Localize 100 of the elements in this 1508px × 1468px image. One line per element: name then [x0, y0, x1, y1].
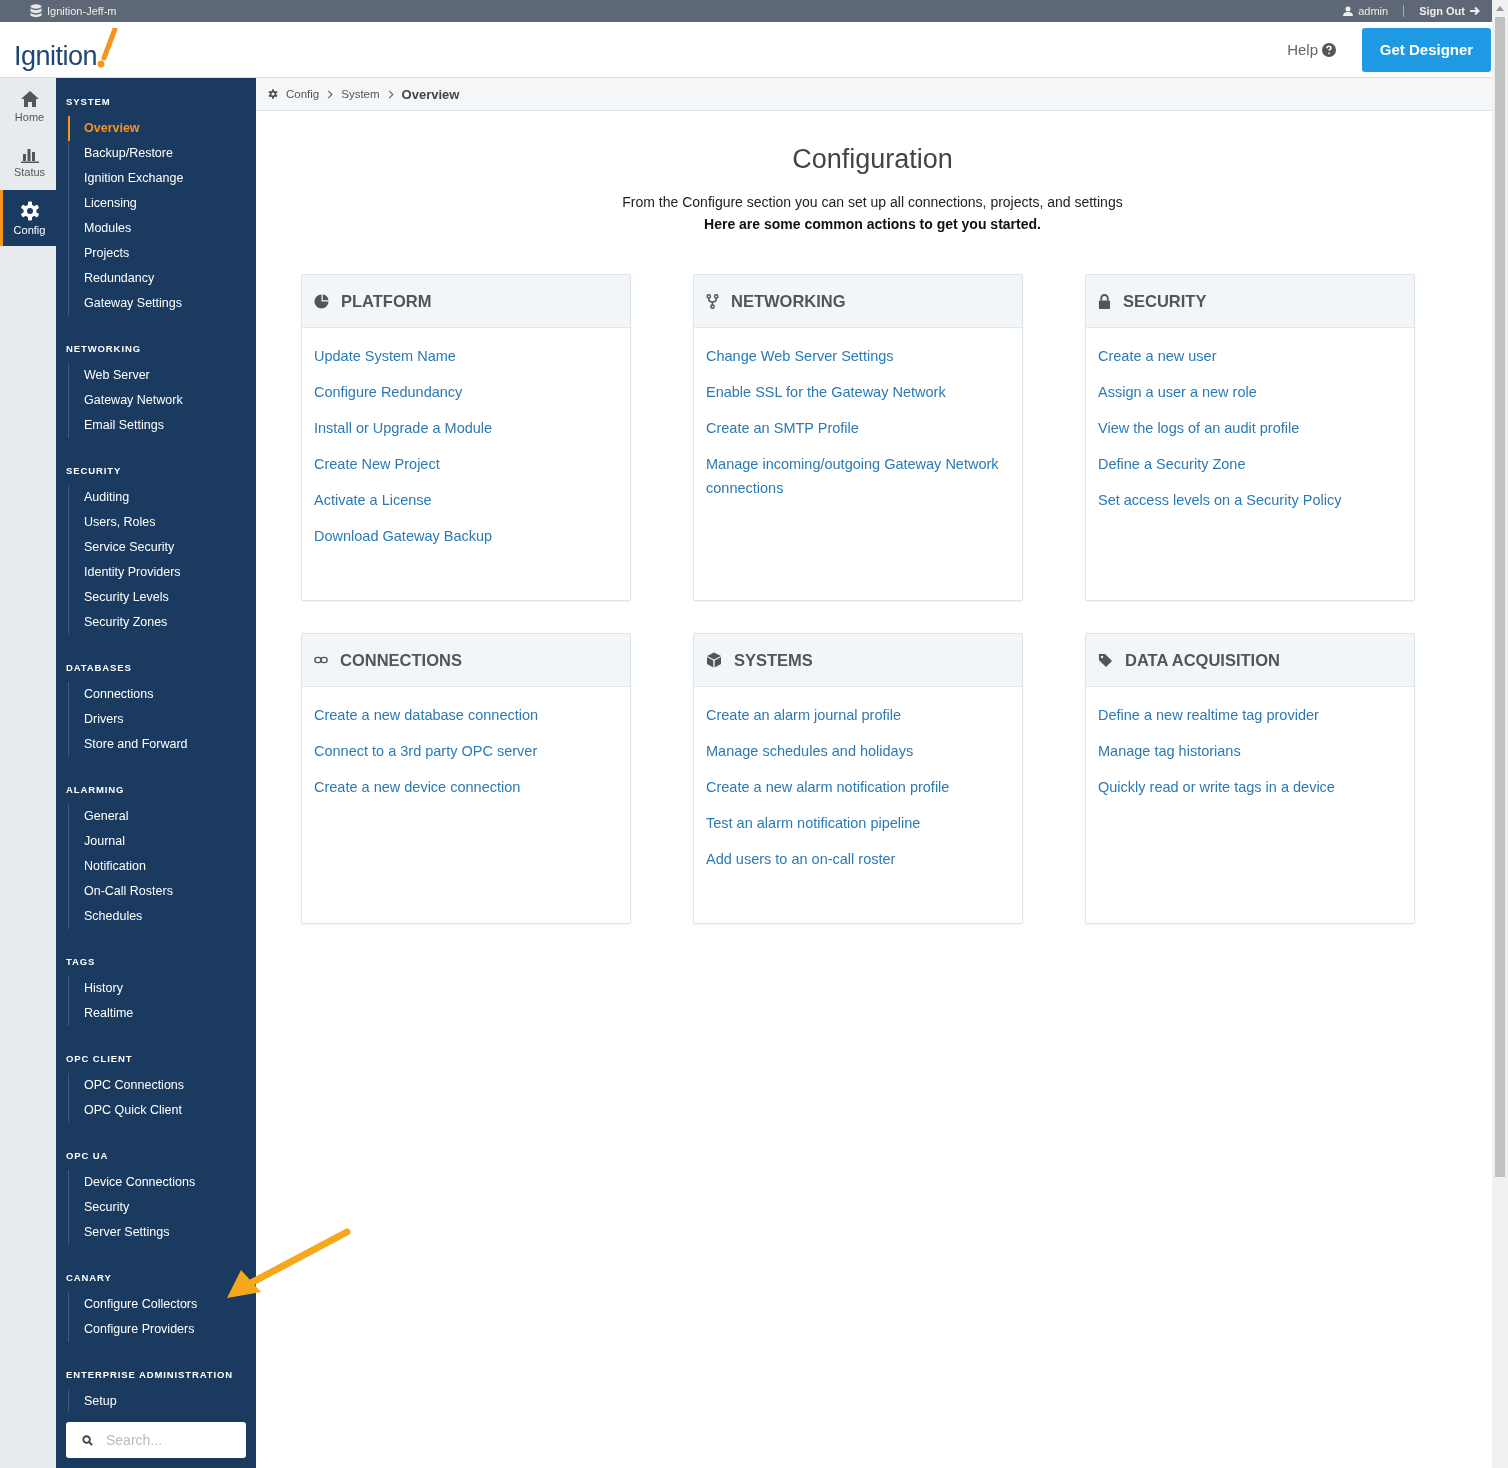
card-title: PLATFORM [341, 291, 432, 311]
action-link[interactable]: Define a Security Zone [1098, 452, 1402, 476]
section-heading: OPC CLIENT [65, 1052, 134, 1066]
sidebar-item[interactable]: Schedules [68, 904, 256, 929]
action-link[interactable]: Activate a License [314, 488, 618, 512]
intro-text: From the Configure section you can set up all connections, projects, and settings [621, 194, 1124, 210]
scroll-up-icon[interactable] [1496, 6, 1504, 11]
section-heading: SECURITY [65, 464, 123, 478]
action-link[interactable]: Update System Name [314, 344, 618, 368]
card-title: NETWORKING [731, 291, 846, 311]
gear-icon [19, 200, 40, 221]
action-link[interactable]: Install or Upgrade a Module [314, 416, 618, 440]
sidebar-item[interactable]: General [68, 804, 256, 829]
rail-nav-item[interactable]: Config [0, 190, 56, 246]
action-link[interactable]: Create a new user [1098, 344, 1402, 368]
action-link[interactable]: Set access levels on a Security Policy [1098, 488, 1402, 512]
help-link[interactable]: Help [1287, 41, 1318, 58]
search-field[interactable]: Search... [66, 1422, 246, 1458]
sidebar-item[interactable]: Overview [68, 116, 256, 141]
section-heading: TAGS [65, 955, 97, 969]
sidebar-item[interactable]: Licensing [68, 191, 256, 216]
action-link[interactable]: Create a new database connection [314, 703, 618, 727]
check-mark-icon [95, 27, 120, 68]
action-link[interactable]: View the logs of an audit profile [1098, 416, 1402, 440]
sidebar-item[interactable]: Web Server [68, 363, 256, 388]
section-heading: ENTERPRISE ADMINISTRATION [65, 1368, 235, 1382]
action-link[interactable]: Create a new alarm notification profile [706, 775, 1010, 799]
sidebar-item[interactable]: Modules [68, 216, 256, 241]
action-link[interactable]: Download Gateway Backup [314, 524, 618, 548]
sidebar-item[interactable]: Store and Forward [68, 732, 256, 757]
action-link[interactable]: Assign a user a new role [1098, 380, 1402, 404]
page-title: Configuration [791, 144, 954, 175]
user-icon [1343, 6, 1354, 16]
action-link[interactable]: Manage tag historians [1098, 739, 1402, 763]
action-link[interactable]: Manage schedules and holidays [706, 739, 1010, 763]
sidebar-item[interactable]: OPC Quick Client [68, 1098, 256, 1123]
sidebar-item[interactable]: Users, Roles [68, 510, 256, 535]
action-link[interactable]: Enable SSL for the Gateway Network [706, 380, 1010, 404]
chevron-right-icon [387, 89, 394, 99]
sidebar-item[interactable]: Security [68, 1195, 256, 1220]
logo-text: Ignition [14, 40, 98, 72]
sidebar-item[interactable]: Security Zones [68, 610, 256, 635]
sidebar-item[interactable]: Identity Providers [68, 560, 256, 585]
sidebar-item[interactable]: On-Call Rosters [68, 879, 256, 904]
sidebar-item[interactable]: Security Levels [68, 585, 256, 610]
card-title: SECURITY [1123, 291, 1207, 311]
sidebar-item[interactable]: Redundancy [68, 266, 256, 291]
sidebar-item[interactable]: Ignition Exchange [68, 166, 256, 191]
sidebar-item[interactable]: Auditing [68, 485, 256, 510]
sidebar-item[interactable]: OPC Connections [68, 1073, 256, 1098]
sidebar-item[interactable]: Connections [68, 682, 256, 707]
action-link[interactable]: Create an alarm journal profile [706, 703, 1010, 727]
link-icon [314, 656, 328, 664]
action-link[interactable]: Connect to a 3rd party OPC server [314, 739, 618, 763]
sidebar-item[interactable]: Device Connections [68, 1170, 256, 1195]
question-icon[interactable] [1322, 42, 1336, 57]
gateway-name: Ignition-Jeff-m [47, 5, 117, 17]
section-heading: SYSTEM [65, 95, 112, 109]
sidebar-item[interactable]: Realtime [68, 1001, 256, 1026]
sidebar-item[interactable]: Backup/Restore [68, 141, 256, 166]
action-link[interactable]: Create a new device connection [314, 775, 618, 799]
sidebar-item[interactable]: Configure Providers [68, 1317, 256, 1342]
sidebar-item[interactable]: Notification [68, 854, 256, 879]
gear-icon [268, 89, 278, 99]
section-heading: OPC UA [65, 1149, 110, 1163]
arrow-right-icon [1470, 6, 1480, 16]
sidebar-item[interactable]: Journal [68, 829, 256, 854]
breadcrumb-link[interactable]: Overview [401, 86, 460, 102]
rail-nav-item[interactable]: Status [0, 134, 56, 190]
action-link[interactable]: Quickly read or write tags in a device [1098, 775, 1402, 799]
sidebar-item[interactable]: History [68, 976, 256, 1001]
action-link[interactable]: Change Web Server Settings [706, 344, 1010, 368]
sidebar-item[interactable]: Gateway Settings [68, 291, 256, 316]
sidebar-item[interactable]: Service Security [68, 535, 256, 560]
sidebar-item[interactable]: Setup [68, 1389, 256, 1414]
sidebar-item[interactable]: Email Settings [68, 413, 256, 438]
card-title: DATA ACQUISITION [1125, 650, 1280, 670]
scrollbar[interactable] [1492, 0, 1508, 1468]
sidebar-item[interactable]: Server Settings [68, 1220, 256, 1245]
sidebar-item[interactable]: Gateway Network [68, 388, 256, 413]
breadcrumb-link[interactable]: Config [286, 88, 320, 100]
chevron-right-icon [327, 89, 334, 99]
sidebar-item[interactable]: Projects [68, 241, 256, 266]
action-link[interactable]: Test an alarm notification pipeline [706, 811, 1010, 835]
action-link[interactable]: Create New Project [314, 452, 618, 476]
card-title: CONNECTIONS [340, 650, 462, 670]
action-link[interactable]: Add users to an on-call roster [706, 847, 1010, 871]
sidebar-item[interactable]: Drivers [68, 707, 256, 732]
search-icon [82, 1435, 93, 1446]
fork-icon [706, 293, 719, 309]
action-link[interactable]: Define a new realtime tag provider [1098, 703, 1402, 727]
action-link[interactable]: Configure Redundancy [314, 380, 618, 404]
sidebar-item[interactable]: Configure Collectors [68, 1292, 256, 1317]
action-link[interactable]: Manage incoming/outgoing Gateway Network connections [706, 452, 1010, 500]
home-icon [19, 89, 40, 108]
user-name[interactable]: admin [1358, 5, 1389, 17]
breadcrumb-link[interactable]: System [341, 88, 380, 100]
rail-nav-item[interactable]: Home [0, 78, 56, 134]
sign-out-link[interactable]: Sign Out [1419, 5, 1465, 17]
action-link[interactable]: Create an SMTP Profile [706, 416, 1010, 440]
